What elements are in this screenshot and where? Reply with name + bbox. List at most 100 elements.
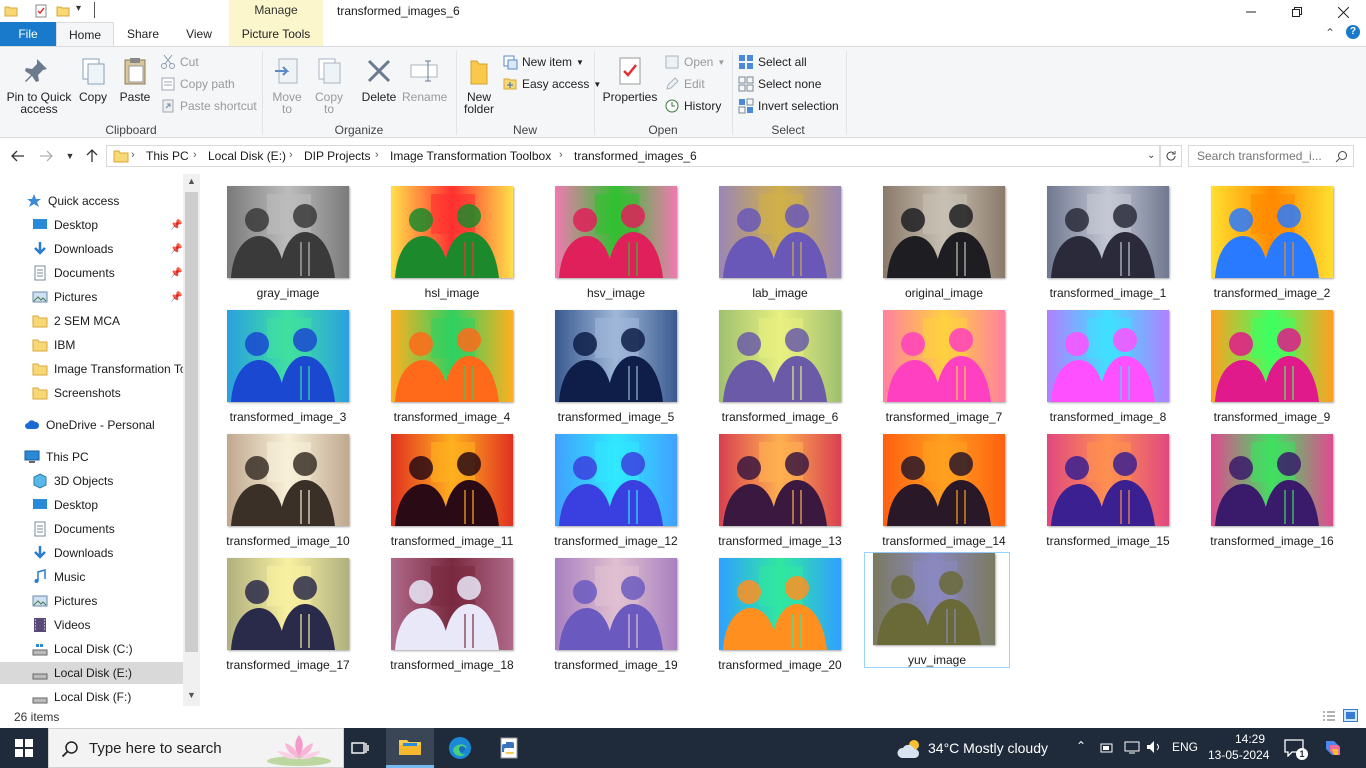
task-view-button[interactable] (336, 728, 384, 768)
paste-shortcut-button[interactable]: Paste shortcut (160, 97, 257, 115)
nav-item-documents-pc[interactable]: Documents (32, 518, 115, 540)
file-tile[interactable]: transformed_image_5 (534, 298, 680, 424)
invert-selection-button[interactable]: Invert selection (738, 97, 839, 115)
cut-button[interactable]: Cut (160, 53, 199, 71)
minimize-button[interactable] (1228, 0, 1274, 24)
file-tile[interactable]: transformed_image_8 (1026, 298, 1172, 424)
file-tile[interactable]: transformed_image_13 (698, 422, 844, 548)
language-indicator[interactable]: ENG (1172, 740, 1198, 754)
file-tile[interactable]: lab_image (698, 174, 844, 300)
manage-context-tab[interactable]: Manage (229, 0, 323, 22)
battery-icon[interactable] (1100, 741, 1114, 755)
refresh-button[interactable] (1160, 145, 1182, 167)
python-app-taskbar-button[interactable] (486, 728, 534, 768)
folder-icon[interactable] (4, 4, 18, 18)
nav-item-local-disk-e[interactable]: Local Disk (E:) (0, 662, 183, 684)
move-to-button[interactable]: Move to (268, 55, 306, 115)
up-button[interactable] (82, 147, 102, 165)
file-tile[interactable]: transformed_image_16 (1190, 422, 1336, 548)
nav-quick-access[interactable]: Quick access (26, 190, 119, 212)
properties-button[interactable]: Properties (602, 55, 658, 103)
new-folder-qat-icon[interactable] (56, 4, 70, 18)
details-view-icon[interactable] (1322, 710, 1336, 722)
select-all-button[interactable]: Select all (738, 53, 807, 71)
address-history-chevron-icon[interactable]: ⌄ (1147, 150, 1155, 161)
select-none-button[interactable]: Select none (738, 75, 821, 93)
nav-item-documents[interactable]: Documents (32, 262, 115, 284)
nav-item-3d-objects[interactable]: 3D Objects (32, 470, 113, 492)
file-tile[interactable]: hsv_image (534, 174, 680, 300)
start-button[interactable] (0, 728, 48, 768)
nav-item-local-disk-f[interactable]: Local Disk (F:) (32, 686, 131, 706)
file-tile[interactable]: transformed_image_15 (1026, 422, 1172, 548)
file-tile[interactable]: transformed_image_2 (1190, 174, 1336, 300)
properties-qat-icon[interactable] (34, 4, 48, 18)
file-tile[interactable]: gray_image (206, 174, 352, 300)
nav-item-downloads[interactable]: Downloads (32, 238, 113, 260)
tab-picture-tools[interactable]: Picture Tools (229, 22, 323, 46)
weather-text[interactable]: 34°C Mostly cloudy (928, 740, 1048, 756)
nav-item-downloads-pc[interactable]: Downloads (32, 542, 113, 564)
history-button[interactable]: History (664, 97, 721, 115)
nav-item-screenshots[interactable]: Screenshots (32, 382, 121, 404)
nav-onedrive[interactable]: OneDrive - Personal (24, 414, 155, 436)
nav-item-pictures[interactable]: Pictures (32, 286, 97, 308)
rename-button[interactable]: Rename (402, 55, 447, 103)
nav-this-pc[interactable]: This PC (24, 446, 89, 468)
forward-button[interactable] (36, 147, 56, 165)
paste-button[interactable]: Paste (116, 55, 154, 103)
file-explorer-taskbar-button[interactable] (386, 728, 434, 768)
close-button[interactable] (1320, 0, 1366, 24)
customize-qat-icon[interactable]: ▾ (76, 3, 81, 14)
clock-date[interactable]: 13-05-2024 (1208, 748, 1269, 762)
volume-icon[interactable] (1146, 740, 1162, 754)
edge-taskbar-button[interactable] (436, 728, 484, 768)
tab-share[interactable]: Share (118, 22, 168, 46)
new-item-button[interactable]: New item ▼ (502, 53, 584, 71)
scroll-down-icon[interactable]: ▼ (187, 690, 196, 700)
collapse-ribbon-icon[interactable]: ⌃ (1325, 26, 1335, 40)
taskbar-search-box[interactable]: Type here to search (48, 728, 344, 768)
file-tile[interactable]: transformed_image_1 (1026, 174, 1172, 300)
network-icon[interactable] (1124, 740, 1140, 754)
breadcrumb-dip-projects[interactable]: DIP Projects (304, 149, 370, 163)
nav-item-music[interactable]: Music (32, 566, 85, 588)
pin-to-quick-access-button[interactable]: Pin to Quick access (4, 55, 74, 115)
easy-access-button[interactable]: Easy access ▼ (502, 75, 601, 93)
nav-item-2-sem-mca[interactable]: 2 SEM MCA (32, 310, 120, 332)
file-tile[interactable]: transformed_image_6 (698, 298, 844, 424)
nav-item-ibm[interactable]: IBM (32, 334, 75, 356)
weather-cloudy-icon[interactable] (896, 738, 924, 760)
search-box[interactable] (1188, 145, 1354, 167)
copy-path-button[interactable]: Copy path (160, 75, 235, 93)
file-tile[interactable]: transformed_image_18 (370, 546, 516, 672)
breadcrumb-this-pc[interactable]: This PC (146, 149, 189, 163)
file-tile[interactable]: transformed_image_7 (862, 298, 1008, 424)
file-tile[interactable]: transformed_image_9 (1190, 298, 1336, 424)
new-folder-button[interactable]: New folder (460, 55, 498, 115)
nav-pane-scrollbar[interactable]: ▲ ▼ (183, 174, 200, 706)
delete-button[interactable]: Delete (358, 55, 400, 103)
copy-to-button[interactable]: Copy to (310, 55, 348, 115)
file-tile[interactable]: hsl_image (370, 174, 516, 300)
help-icon[interactable]: ? (1346, 25, 1360, 39)
breadcrumb-local-disk-e[interactable]: Local Disk (E:) (208, 149, 286, 163)
nav-item-pictures-pc[interactable]: Pictures (32, 590, 97, 612)
show-hidden-icons-chevron[interactable]: ⌃ (1076, 739, 1086, 753)
nav-item-videos[interactable]: Videos (32, 614, 90, 636)
file-tile[interactable]: transformed_image_17 (206, 546, 352, 672)
file-tile[interactable]: transformed_image_3 (206, 298, 352, 424)
tab-view[interactable]: View (176, 22, 222, 46)
scrollbar-thumb[interactable] (185, 192, 198, 652)
file-tile[interactable]: transformed_image_12 (534, 422, 680, 548)
restore-button[interactable] (1274, 0, 1320, 24)
scroll-up-icon[interactable]: ▲ (187, 176, 196, 186)
recent-locations-button[interactable]: ▼ (62, 147, 78, 165)
file-tile[interactable]: transformed_image_14 (862, 422, 1008, 548)
large-icons-view-icon[interactable] (1343, 709, 1358, 722)
clock-time[interactable]: 14:29 (1226, 732, 1274, 746)
copilot-icon[interactable] (1322, 737, 1344, 759)
breadcrumb-transformed-images-6[interactable]: transformed_images_6 (574, 149, 697, 163)
nav-item-desktop-pc[interactable]: Desktop (32, 494, 98, 516)
file-tile[interactable]: yuv_image (864, 552, 1010, 668)
